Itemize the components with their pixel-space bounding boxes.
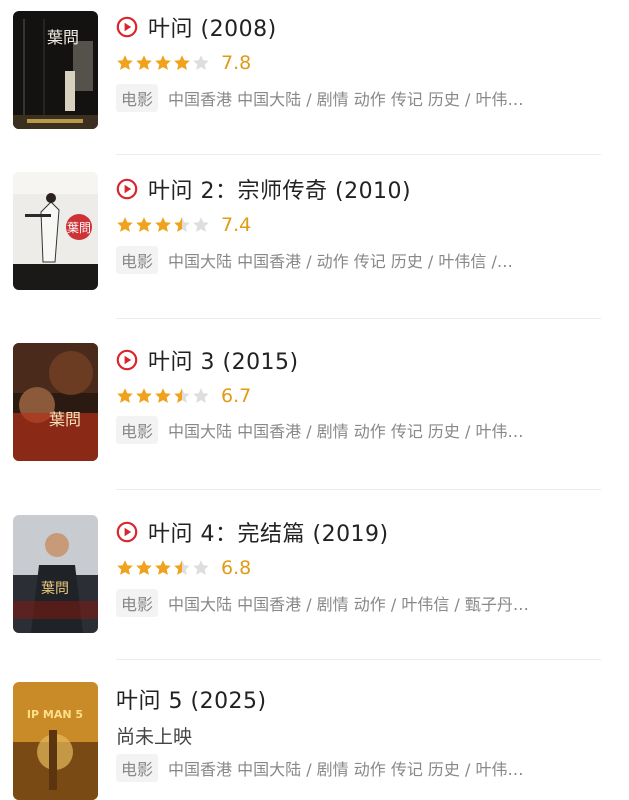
divider <box>116 318 601 319</box>
rating-score: 7.8 <box>221 52 252 74</box>
poster-title-text: 葉問 <box>47 28 79 47</box>
poster-image[interactable]: 葉問 <box>13 172 98 290</box>
rating-score: 6.7 <box>221 385 252 407</box>
divider <box>116 489 601 490</box>
star-empty-icon <box>193 560 209 575</box>
play-icon[interactable] <box>116 349 138 371</box>
rating-score: 6.8 <box>221 557 252 579</box>
star-full-icon <box>136 388 152 403</box>
play-icon[interactable] <box>116 16 138 38</box>
star-full-icon <box>136 217 152 232</box>
star-full-icon <box>117 560 133 575</box>
release-status: 尚未上映 <box>116 726 193 748</box>
star-rating <box>116 559 211 577</box>
star-full-icon <box>155 55 171 70</box>
rating-score: 7.4 <box>221 214 252 236</box>
poster-title-text: IP MAN 5 <box>27 708 83 721</box>
movie-title[interactable]: 叶问 4：完结篇 (2019) <box>148 516 389 548</box>
play-icon[interactable] <box>116 178 138 200</box>
star-full-icon <box>155 217 171 232</box>
poster-title-text: 葉問 <box>49 410 81 429</box>
poster-image[interactable]: 葉問 <box>13 343 98 461</box>
poster-ip-man-2008: 葉問 <box>13 11 98 129</box>
movie-meta: 中国大陆 中国香港 / 剧情 动作 / 叶伟信 / 甄子丹… <box>168 595 529 614</box>
movie-title[interactable]: 叶问 2：宗师传奇 (2010) <box>148 173 411 205</box>
poster-ip-man-4: 葉問 <box>13 515 98 633</box>
divider <box>116 154 601 155</box>
movie-meta: 中国香港 中国大陆 / 剧情 动作 传记 历史 / 叶伟… <box>168 760 524 779</box>
rating: 6.7 <box>116 384 251 408</box>
poster-title-text: 葉問 <box>41 581 69 597</box>
star-rating <box>116 387 211 405</box>
type-tag: 电影 <box>116 416 159 444</box>
poster-ip-man-3: 葉問 <box>13 343 98 461</box>
star-half-icon <box>174 560 190 575</box>
star-empty-icon <box>193 388 209 403</box>
poster-image[interactable]: IP MAN 5 <box>13 682 98 800</box>
star-full-icon <box>117 217 133 232</box>
movie-meta: 中国大陆 中国香港 / 动作 传记 历史 / 叶伟信 /… <box>168 252 513 271</box>
poster-image[interactable]: 葉問 <box>13 515 98 633</box>
star-rating <box>116 216 211 234</box>
rating: 6.8 <box>116 556 251 580</box>
star-full-icon <box>174 55 190 70</box>
star-full-icon <box>136 560 152 575</box>
star-full-icon <box>136 55 152 70</box>
movie-meta: 中国香港 中国大陆 / 剧情 动作 传记 历史 / 叶伟… <box>168 90 524 109</box>
star-rating <box>116 54 211 72</box>
poster-ip-man-2: 葉問 <box>13 172 98 290</box>
star-full-icon <box>117 55 133 70</box>
star-half-icon <box>174 388 190 403</box>
star-full-icon <box>155 388 171 403</box>
type-tag: 电影 <box>116 589 159 617</box>
star-empty-icon <box>193 55 209 70</box>
movie-title[interactable]: 叶问 5 (2025) <box>116 683 267 715</box>
movie-title[interactable]: 叶问 3 (2015) <box>148 344 299 376</box>
movie-meta: 中国大陆 中国香港 / 剧情 动作 传记 历史 / 叶伟… <box>168 422 524 441</box>
star-full-icon <box>155 560 171 575</box>
divider <box>116 659 601 660</box>
movie-title[interactable]: 叶问 (2008) <box>148 11 277 43</box>
poster-image[interactable]: 葉問 <box>13 11 98 129</box>
type-tag: 电影 <box>116 84 159 112</box>
type-tag: 电影 <box>116 754 159 782</box>
rating: 7.8 <box>116 51 251 75</box>
star-half-icon <box>174 217 190 232</box>
star-empty-icon <box>193 217 209 232</box>
star-full-icon <box>117 388 133 403</box>
rating: 7.4 <box>116 213 251 237</box>
poster-title-text: 葉問 <box>67 221 91 235</box>
play-icon[interactable] <box>116 521 138 543</box>
type-tag: 电影 <box>116 246 159 274</box>
poster-ip-man-5: IP MAN 5 <box>13 682 98 800</box>
